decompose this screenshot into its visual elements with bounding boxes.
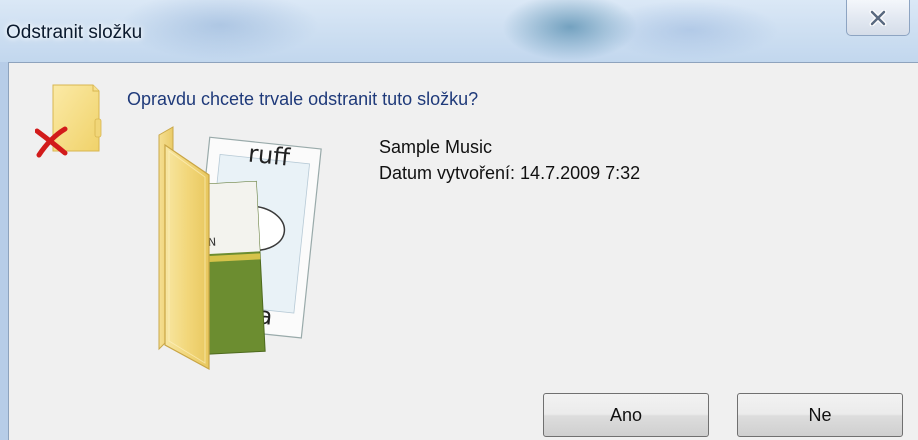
confirm-question: Opravdu chcete trvale odstranit tuto slo… [127, 89, 479, 109]
titlebar-glass-reflection [120, 0, 320, 60]
close-icon [869, 9, 887, 26]
delete-folder-dialog: Odstranit složku Opravdu chcete trvale o… [0, 0, 918, 440]
svg-text:ruff: ruff [247, 139, 292, 171]
titlebar-glass-reflection [600, 0, 780, 60]
title-bar[interactable]: Odstranit složku [0, 0, 918, 62]
no-button[interactable]: Ne [737, 393, 903, 437]
close-button[interactable] [846, 0, 910, 36]
dialog-content: Opravdu chcete trvale odstranit tuto slo… [8, 62, 918, 440]
yes-button[interactable]: Ano [543, 393, 709, 437]
item-date: Datum vytvoření: 14.7.2009 7:32 [379, 163, 641, 183]
folder-delete-icon [35, 84, 102, 158]
music-folder-icon: ruff una LD ZMAN [158, 126, 322, 371]
window-title: Odstranit složku [6, 22, 143, 43]
item-name: Sample Music [379, 137, 493, 157]
